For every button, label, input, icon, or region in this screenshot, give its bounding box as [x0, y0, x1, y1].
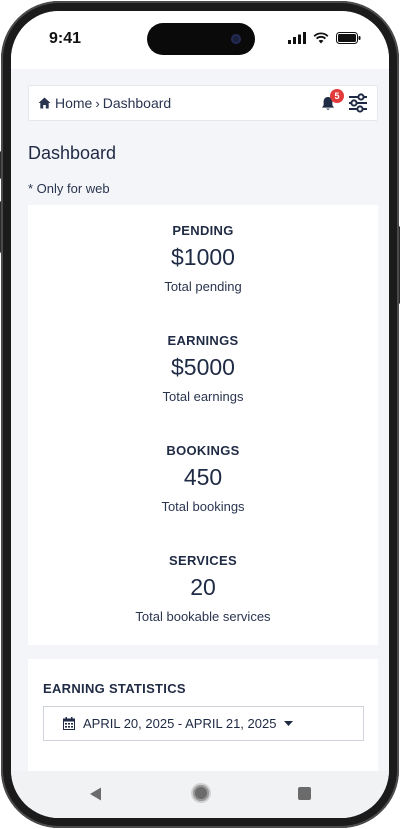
- notification-badge: 5: [330, 89, 344, 103]
- stat-description: Total earnings: [162, 389, 244, 404]
- stat-value: $1000: [171, 244, 235, 270]
- main-content: Home › Dashboard 5 Dashboard * Only for …: [11, 69, 389, 779]
- stat-label: BOOKINGS: [166, 443, 240, 458]
- status-time: 9:41: [49, 30, 82, 47]
- home-circle-icon[interactable]: [193, 785, 209, 801]
- system-nav-bar: [11, 771, 389, 818]
- stat-description: Total pending: [164, 279, 242, 294]
- earning-statistics-title: EARNING STATISTICS: [43, 681, 186, 696]
- side-button-left-2: [0, 201, 1, 253]
- stat-value: 450: [183, 464, 223, 490]
- earning-statistics-card: EARNING STATISTICS APRIL 20, 2025 - APRI…: [28, 659, 378, 779]
- stat-bookings: BOOKINGS 450 Total bookings: [28, 443, 378, 514]
- stats-card: PENDING $1000 Total pending EARNINGS $50…: [28, 205, 378, 645]
- stat-pending: PENDING $1000 Total pending: [28, 223, 378, 294]
- sliders-icon[interactable]: [348, 93, 368, 113]
- calendar-icon: [63, 717, 75, 730]
- side-button-left-1: [0, 151, 1, 179]
- stat-earnings: EARNINGS $5000 Total earnings: [28, 333, 378, 404]
- signal-icon: [288, 32, 306, 44]
- web-only-note: * Only for web: [28, 181, 110, 196]
- stat-label: PENDING: [172, 223, 234, 238]
- dynamic-island: [147, 23, 255, 55]
- stat-value: 20: [190, 574, 216, 600]
- screen: 9:41 Home › Dashboard 5 Dashboard * Only…: [11, 11, 389, 818]
- phone-frame: 9:41 Home › Dashboard 5 Dashboard * Only…: [0, 1, 400, 828]
- breadcrumb-separator: ›: [95, 95, 100, 111]
- date-range-value: APRIL 20, 2025 - APRIL 21, 2025: [83, 716, 277, 731]
- stat-services: SERVICES 20 Total bookable services: [28, 553, 378, 624]
- stat-description: Total bookable services: [135, 609, 271, 624]
- camera-icon: [231, 34, 241, 44]
- stat-value: $5000: [171, 354, 235, 380]
- status-icons: [288, 31, 361, 45]
- stat-label: SERVICES: [169, 553, 237, 568]
- home-icon[interactable]: [38, 97, 51, 109]
- breadcrumb: Home › Dashboard 5: [28, 85, 378, 121]
- breadcrumb-current: Dashboard: [102, 95, 172, 111]
- notifications-button[interactable]: 5: [321, 89, 344, 113]
- stat-description: Total bookings: [161, 499, 245, 514]
- recents-icon[interactable]: [298, 787, 311, 800]
- status-bar: 9:41: [11, 11, 389, 69]
- back-icon[interactable]: [89, 787, 102, 801]
- stat-label: EARNINGS: [167, 333, 239, 348]
- breadcrumb-trail: Home › Dashboard: [38, 86, 171, 120]
- breadcrumb-home-link[interactable]: Home: [55, 95, 92, 111]
- wifi-icon: [313, 32, 329, 44]
- battery-icon: [336, 32, 361, 44]
- caret-down-icon: [284, 720, 294, 726]
- date-range-picker[interactable]: APRIL 20, 2025 - APRIL 21, 2025: [43, 706, 364, 741]
- page-title: Dashboard: [28, 143, 117, 163]
